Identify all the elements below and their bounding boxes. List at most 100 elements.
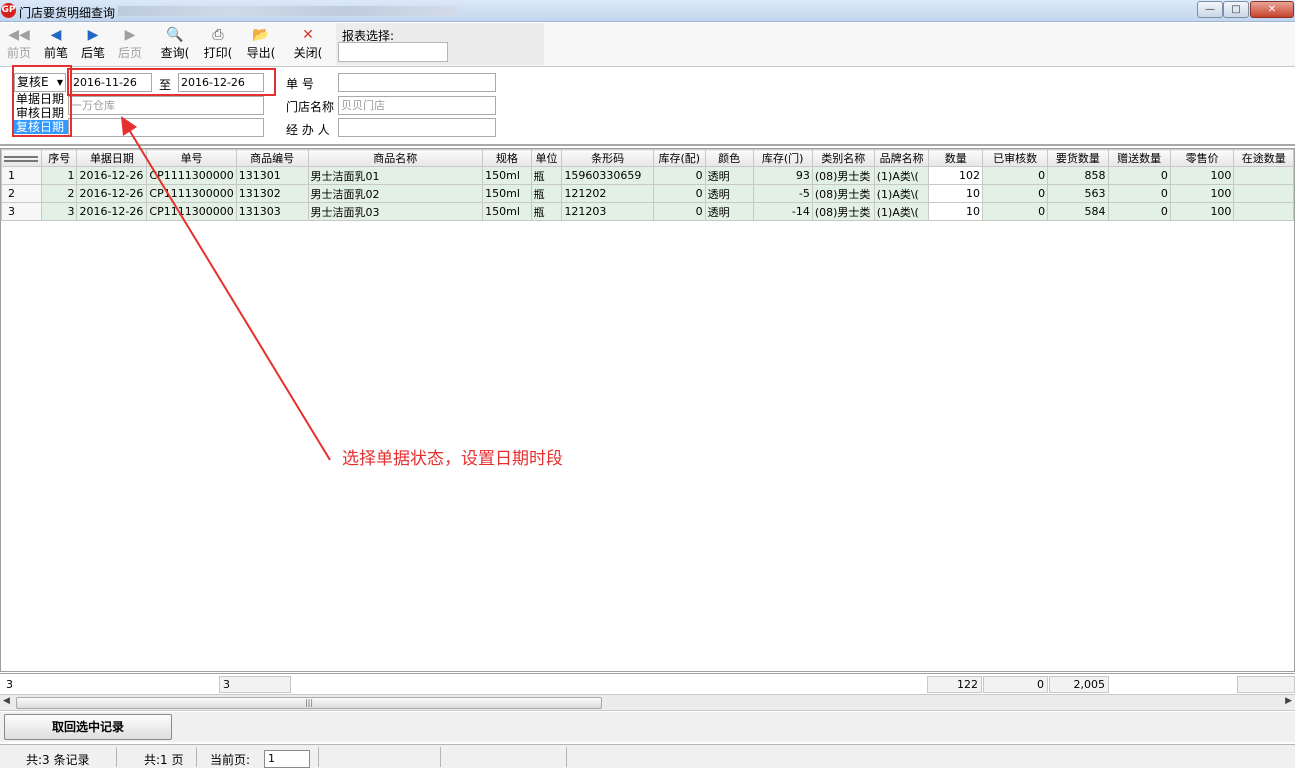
col-header[interactable]: 要货数量 xyxy=(1047,149,1109,167)
minimize-button[interactable]: — xyxy=(1197,1,1223,18)
cell-code[interactable]: 131303 xyxy=(235,202,309,221)
cell-unit[interactable]: 瓶 xyxy=(530,184,563,203)
cell-date[interactable]: 2016-12-26 xyxy=(76,202,148,221)
next-record-button[interactable]: ▶ 后笔 xyxy=(77,25,109,65)
cell-color[interactable]: 透明 xyxy=(704,184,754,203)
cell-barcode[interactable]: 121203 xyxy=(561,202,654,221)
cell-gift-qty[interactable]: 0 xyxy=(1107,202,1171,221)
cell-code[interactable]: 131301 xyxy=(235,166,309,185)
query-button[interactable]: 🔍 查询( xyxy=(157,25,193,65)
cell-seq[interactable]: 2 xyxy=(40,184,78,203)
cell-qty[interactable]: 10 xyxy=(928,202,984,221)
handler-input[interactable] xyxy=(338,118,496,137)
col-header[interactable]: 库存(门) xyxy=(752,149,813,167)
store-input[interactable]: 贝贝门店 xyxy=(338,96,496,115)
cell-approved[interactable]: 0 xyxy=(982,166,1049,185)
table-row[interactable]: 3 3 2016-12-26 CP1111300000 131303 男士洁面乳03 150… xyxy=(1,202,1294,221)
cell-name[interactable]: 男士洁面乳01 xyxy=(307,166,484,185)
horizontal-scrollbar[interactable]: ◀ ||| ▶ xyxy=(0,694,1295,711)
col-header[interactable]: 商品名称 xyxy=(307,149,484,167)
cell-date[interactable]: 2016-12-26 xyxy=(76,184,148,203)
scroll-left-icon[interactable]: ◀ xyxy=(3,696,10,706)
row-header[interactable]: 3 xyxy=(1,202,42,221)
cell-barcode[interactable]: 15960330659 xyxy=(561,166,654,185)
cell-category[interactable]: (08)男士类 xyxy=(811,184,875,203)
col-header[interactable]: 品牌名称 xyxy=(873,149,930,167)
cell-name[interactable]: 男士洁面乳03 xyxy=(307,202,484,221)
doc-no-input[interactable] xyxy=(338,73,496,92)
col-header[interactable]: 数量 xyxy=(928,149,984,167)
cell-gift-qty[interactable]: 0 xyxy=(1107,184,1171,203)
cell-spec[interactable]: 150ml xyxy=(482,202,532,221)
warehouse-input[interactable]: 一万仓库 xyxy=(68,96,264,115)
cell-name[interactable]: 男士洁面乳02 xyxy=(307,184,484,203)
cell-qty[interactable]: 102 xyxy=(928,166,984,185)
cell-unit[interactable]: 瓶 xyxy=(530,166,563,185)
cell-stock-dc[interactable]: 0 xyxy=(652,202,706,221)
cell-color[interactable]: 透明 xyxy=(704,202,754,221)
cell-approved[interactable]: 0 xyxy=(982,202,1049,221)
cell-transit[interactable] xyxy=(1233,166,1294,185)
maximize-button[interactable]: □ xyxy=(1223,1,1249,18)
table-row[interactable]: 1 1 2016-12-26 CP1111300000 131301 男士洁面乳01 150… xyxy=(1,166,1294,185)
col-header[interactable]: 赠送数量 xyxy=(1107,149,1171,167)
print-button[interactable]: ⎙ 打印( xyxy=(200,25,236,65)
cell-stock-store[interactable]: -5 xyxy=(752,184,813,203)
cell-gift-qty[interactable]: 0 xyxy=(1107,166,1171,185)
cell-seq[interactable]: 1 xyxy=(40,166,78,185)
cell-spec[interactable]: 150ml xyxy=(482,184,532,203)
cell-doc-no[interactable]: CP1111300000 xyxy=(146,166,237,185)
col-header[interactable]: 库存(配) xyxy=(652,149,706,167)
cell-date[interactable]: 2016-12-26 xyxy=(76,166,148,185)
cell-brand[interactable]: (1)A类\( xyxy=(873,202,930,221)
cell-brand[interactable]: (1)A类\( xyxy=(873,184,930,203)
export-button[interactable]: 📂 导出( xyxy=(243,25,279,65)
scroll-right-icon[interactable]: ▶ xyxy=(1285,696,1292,706)
blank-input[interactable] xyxy=(68,118,264,137)
cell-price[interactable]: 100 xyxy=(1169,166,1235,185)
cell-spec[interactable]: 150ml xyxy=(482,166,532,185)
col-header[interactable]: 单据日期 xyxy=(76,149,148,167)
cell-request-qty[interactable]: 858 xyxy=(1047,166,1109,185)
table-row[interactable]: 2 2 2016-12-26 CP1111300000 131302 男士洁面乳02 150… xyxy=(1,184,1294,203)
cell-transit[interactable] xyxy=(1233,184,1294,203)
report-select-input[interactable] xyxy=(338,42,448,62)
cell-stock-store[interactable]: 93 xyxy=(752,166,813,185)
cell-stock-dc[interactable]: 0 xyxy=(652,184,706,203)
col-header[interactable]: 已审核数 xyxy=(982,149,1049,167)
col-header[interactable]: 颜色 xyxy=(704,149,754,167)
col-header[interactable]: 序号 xyxy=(40,149,78,167)
cell-doc-no[interactable]: CP1111300000 xyxy=(146,202,237,221)
cell-barcode[interactable]: 121202 xyxy=(561,184,654,203)
scroll-thumb[interactable]: ||| xyxy=(16,697,602,709)
prev-record-button[interactable]: ◀ 前笔 xyxy=(40,25,72,65)
cell-doc-no[interactable]: CP1111300000 xyxy=(146,184,237,203)
col-header[interactable]: 在途数量 xyxy=(1233,149,1294,167)
retrieve-selected-button[interactable]: 取回选中记录 xyxy=(4,714,172,740)
cell-qty[interactable]: 10 xyxy=(928,184,984,203)
grid-corner[interactable] xyxy=(1,149,42,167)
col-header[interactable]: 商品编号 xyxy=(235,149,309,167)
cell-transit[interactable] xyxy=(1233,202,1294,221)
cell-brand[interactable]: (1)A类\( xyxy=(873,166,930,185)
cell-code[interactable]: 131302 xyxy=(235,184,309,203)
first-page-button[interactable]: ◀◀ 前页 xyxy=(4,25,34,65)
last-page-button[interactable]: ▶ 后页 xyxy=(114,25,146,65)
cell-stock-dc[interactable]: 0 xyxy=(652,166,706,185)
current-page-input[interactable]: 1 xyxy=(264,750,310,768)
close-button[interactable]: ✕ 关闭( xyxy=(290,25,326,65)
cell-category[interactable]: (08)男士类 xyxy=(811,202,875,221)
col-header[interactable]: 单号 xyxy=(146,149,237,167)
col-header[interactable]: 条形码 xyxy=(561,149,654,167)
cell-request-qty[interactable]: 584 xyxy=(1047,202,1109,221)
col-header[interactable]: 单位 xyxy=(530,149,563,167)
cell-price[interactable]: 100 xyxy=(1169,202,1235,221)
cell-unit[interactable]: 瓶 xyxy=(530,202,563,221)
cell-price[interactable]: 100 xyxy=(1169,184,1235,203)
cell-approved[interactable]: 0 xyxy=(982,184,1049,203)
col-header[interactable]: 规格 xyxy=(482,149,532,167)
cell-color[interactable]: 透明 xyxy=(704,166,754,185)
window-close-button[interactable]: ✕ xyxy=(1250,1,1294,18)
col-header[interactable]: 类别名称 xyxy=(811,149,875,167)
col-header[interactable]: 零售价 xyxy=(1169,149,1235,167)
